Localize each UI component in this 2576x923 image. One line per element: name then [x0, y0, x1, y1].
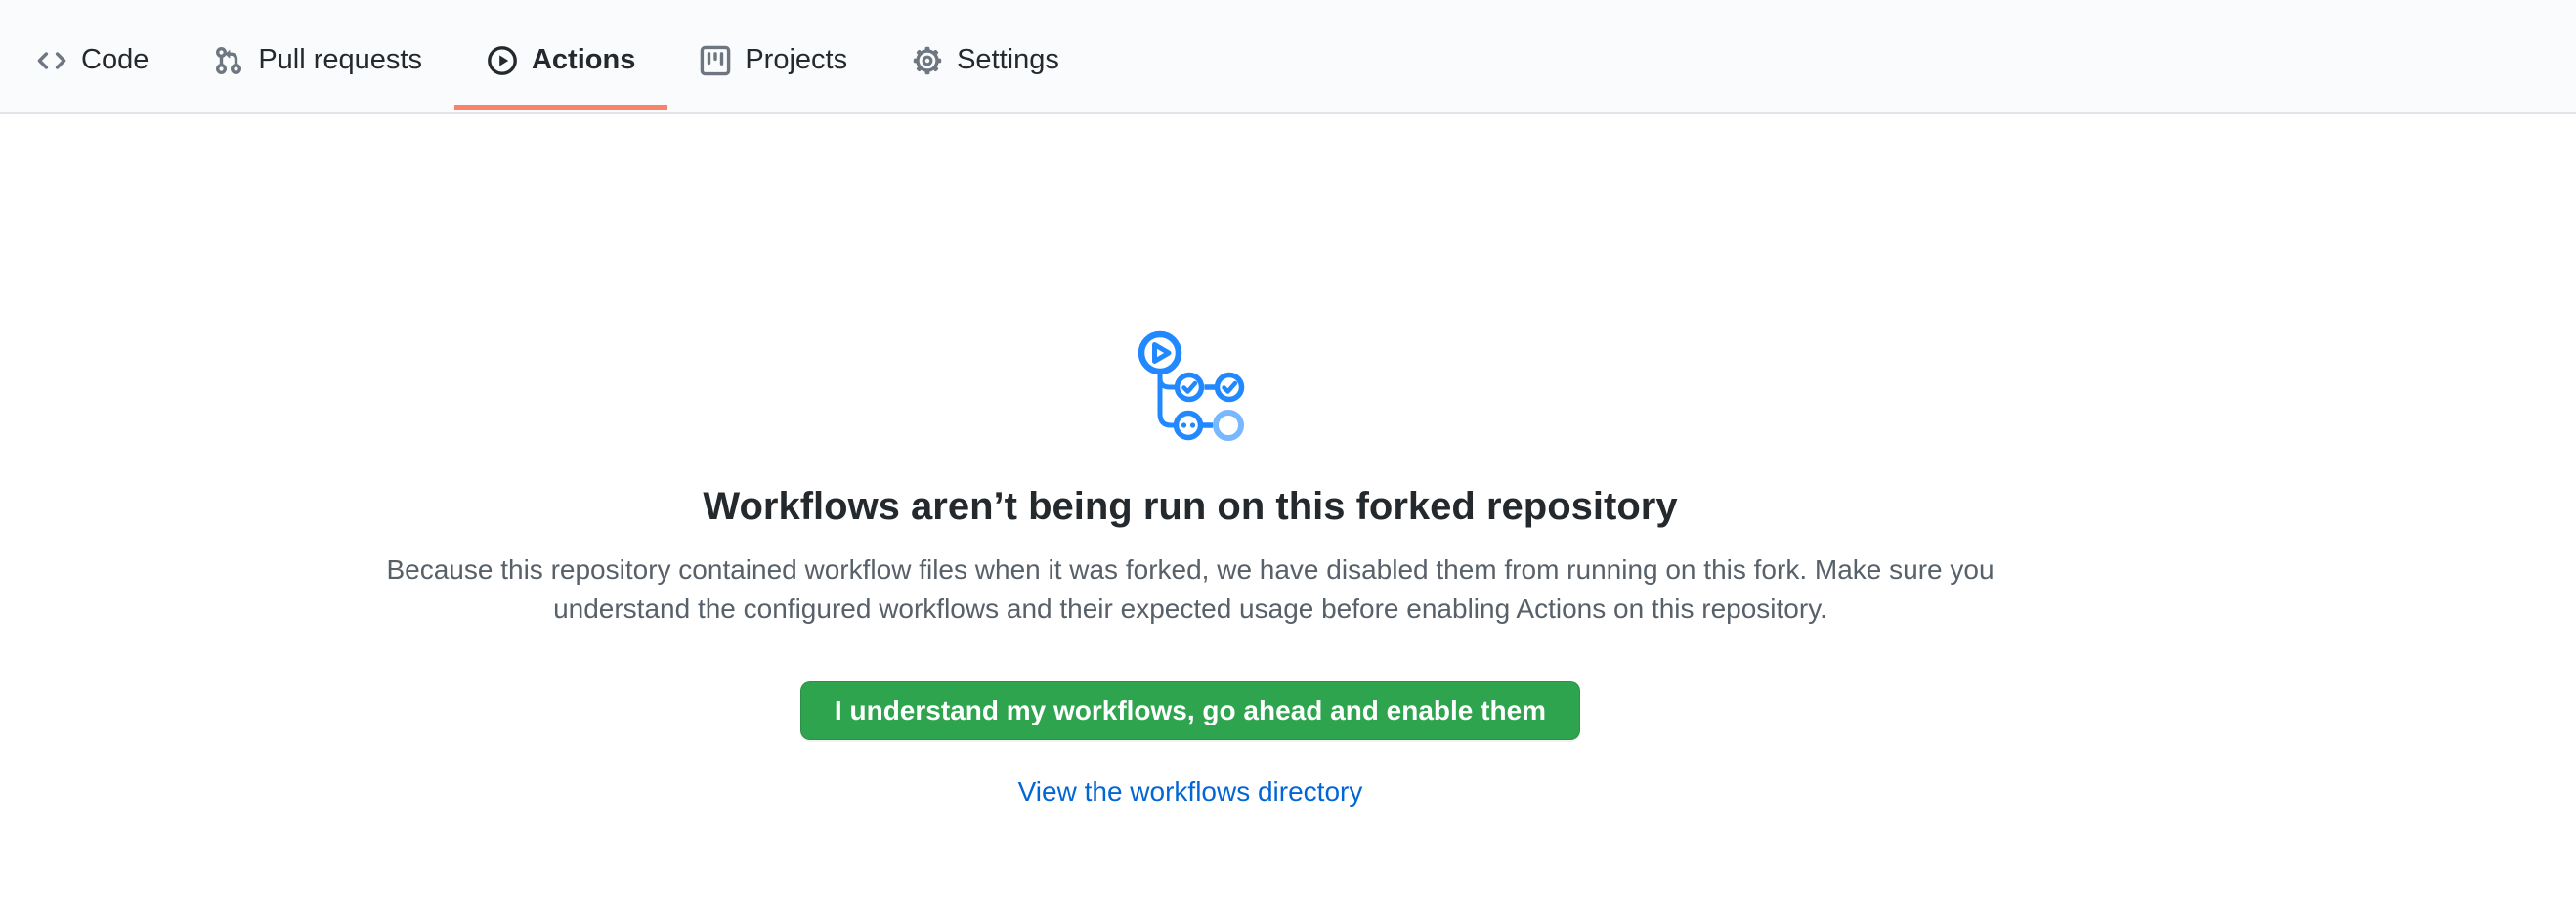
tab-settings[interactable]: Settings	[880, 0, 1092, 112]
page-title: Workflows aren’t being run on this forke…	[703, 482, 1677, 531]
workflow-graph-icon	[1134, 322, 1247, 443]
tab-label: Actions	[532, 44, 635, 76]
tab-label: Pull requests	[258, 44, 422, 76]
tab-label: Projects	[745, 44, 847, 76]
code-icon	[36, 45, 67, 76]
play-icon	[487, 45, 518, 76]
tab-projects[interactable]: Projects	[667, 0, 880, 112]
pull-request-icon	[213, 45, 244, 76]
view-workflows-directory-link[interactable]: View the workflows directory	[1018, 775, 1363, 809]
tab-actions[interactable]: Actions	[454, 0, 667, 112]
gear-icon	[912, 45, 943, 76]
tab-label: Code	[81, 44, 149, 76]
blankslate-description: Because this repository contained workfl…	[369, 550, 2011, 629]
tab-pull-requests[interactable]: Pull requests	[181, 0, 454, 112]
enable-workflows-button[interactable]: I understand my workflows, go ahead and …	[800, 681, 1580, 740]
project-icon	[700, 45, 731, 76]
main-area: Workflows aren’t being run on this forke…	[0, 114, 2576, 809]
blankslate: Workflows aren’t being run on this forke…	[0, 114, 2381, 809]
repo-tab-bar: Code Pull requests Actions Projects	[0, 0, 2576, 114]
tab-label: Settings	[957, 44, 1059, 76]
tab-code[interactable]: Code	[4, 0, 181, 112]
